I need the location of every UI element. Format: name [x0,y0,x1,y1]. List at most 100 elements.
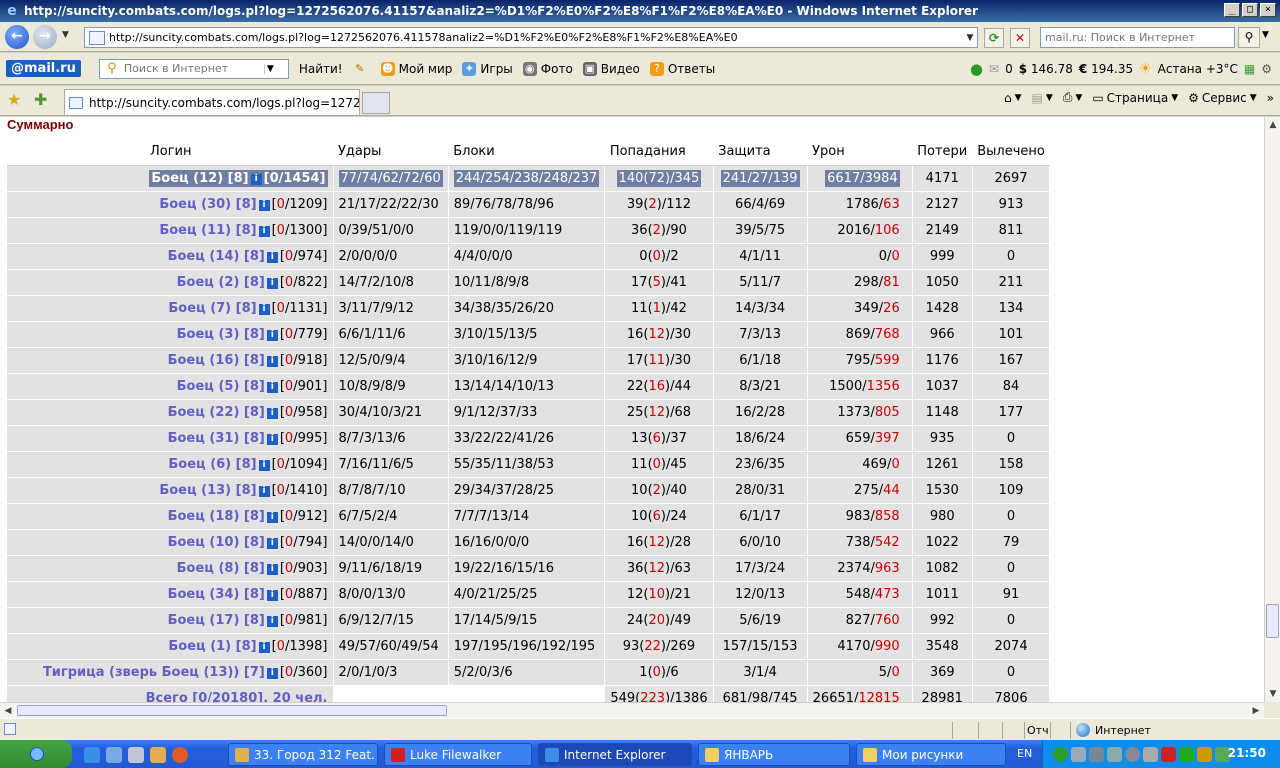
service-menu[interactable]: ⚙ Сервис ▼ [1188,91,1257,105]
transfer-tray-icon[interactable] [1179,747,1194,762]
fighter-nick-link[interactable]: Боец (34) [8] [168,587,265,602]
add-favorites-icon[interactable]: ✚ [34,90,47,109]
info-icon[interactable]: i [266,251,278,263]
close-button[interactable]: × [1260,3,1276,17]
fighter-nick-link[interactable]: Боец (2) [8] [177,275,265,290]
horizontal-scroll-thumb[interactable] [17,705,447,716]
my-world-button[interactable]: ☻ Мой мир [380,61,452,76]
fighter-nick-link[interactable]: Боец (1) [8] [168,639,256,654]
network-tray-icon[interactable] [1071,747,1086,762]
info-icon[interactable]: i [258,303,270,315]
forward-button[interactable]: → [33,25,57,49]
tab-active[interactable]: http://suncity.combats.com/logs.pl?log=1… [64,89,360,115]
fighter-nick-link[interactable]: Тигрица (зверь Боец (13)) [7] [43,665,265,680]
refresh-button[interactable]: ⟳ [984,28,1004,48]
search-field[interactable] [1040,27,1235,48]
task-folder-january[interactable]: ЯНВАРЬ [698,743,850,766]
table-row[interactable]: Боец (18) [8] i [0/912] 6/7/5/2/4 7/7/7/13/1… [7,502,1051,529]
table-row[interactable]: Боец (6) [8] i [0/1094] 7/16/11/6/5 55/35/11… [7,450,1051,477]
info-icon[interactable]: i [266,329,278,341]
address-field[interactable]: ▼ [84,27,978,48]
table-row[interactable]: Боец (13) [8] i [0/1410] 8/7/8/7/10 29/34/37… [7,476,1051,503]
info-icon[interactable]: i [266,615,278,627]
games-button[interactable]: ✦ Игры [462,61,513,76]
info-icon[interactable]: i [266,355,278,367]
table-row[interactable]: Боец (8) [8] i [0/903] 9/11/6/18/19 19/22/16… [7,554,1051,581]
info-icon[interactable]: i [266,589,278,601]
fighter-nick-link[interactable]: Боец (13) [8] [159,483,256,498]
monitor-tray-icon[interactable] [1107,747,1122,762]
fighter-nick-link[interactable]: Боец (31) [8] [168,431,265,446]
agent-tray-icon[interactable] [1053,747,1068,762]
fighter-nick-link[interactable]: Боец (11) [8] [159,223,256,238]
table-row[interactable]: Боец (34) [8] i [0/887] 8/0/0/13/0 4/0/21/25… [7,580,1051,607]
mailru-search-input[interactable] [123,62,264,75]
address-input[interactable] [109,31,963,44]
usb-tray-icon[interactable] [1143,747,1158,762]
info-icon[interactable]: i [266,563,278,575]
table-row[interactable]: Боец (10) [8] i [0/794] 14/0/0/14/0 16/16/0/… [7,528,1051,555]
task-my-pictures[interactable]: Мои рисунки [856,743,1006,766]
fighter-nick-link[interactable]: Боец (10) [8] [168,535,265,550]
fighter-nick-link[interactable]: Боец (7) [8] [168,301,256,316]
search-icon[interactable]: ⚲ [1238,27,1260,48]
weather[interactable]: Астана +3°C [1158,62,1238,76]
info-icon[interactable]: i [266,433,278,445]
task-filewalker[interactable]: Luke Filewalker [384,743,532,766]
settings-icon[interactable]: ⚙ [1261,62,1272,76]
scroll-right-icon[interactable]: ▶ [1248,703,1264,719]
video-button[interactable]: ▣ Видео [582,61,640,76]
table-row[interactable]: Боец (7) [8] i [0/1131] 3/11/7/9/12 34/38/35… [7,294,1051,321]
map-icon[interactable]: ▦ [1244,62,1255,76]
scroll-down-icon[interactable]: ▼ [1265,686,1280,702]
app-tray-icon[interactable] [1197,747,1212,762]
horizontal-scrollbar[interactable]: ◀ ▶ [0,702,1264,718]
antivirus-tray-icon[interactable] [1161,747,1176,762]
start-button[interactable] [0,740,72,768]
scroll-left-icon[interactable]: ◀ [0,703,16,719]
table-row[interactable]: Боец (17) [8] i [0/981] 6/9/12/7/15 17/14/5/… [7,606,1051,633]
table-row[interactable]: Боец (22) [8] i [0/958] 30/4/10/3/21 9/1/12/… [7,398,1051,425]
fighter-nick-link[interactable]: Боец (6) [8] [168,457,256,472]
maximize-button[interactable]: □ [1242,3,1258,17]
fighter-nick-link[interactable]: Боец (5) [8] [177,379,265,394]
minimize-button[interactable]: _ [1224,3,1240,17]
info-icon[interactable]: i [258,485,270,497]
page-menu[interactable]: ▭ Страница ▼ [1092,91,1178,105]
highlight-button[interactable]: ✎ [353,62,371,76]
info-icon[interactable]: i [258,641,270,653]
winamp-quicklaunch-icon[interactable] [150,747,166,763]
info-icon[interactable]: i [266,511,278,523]
fighter-nick-link[interactable]: Боец (30) [8] [159,197,256,212]
mailru-logo[interactable]: @mail.ru [6,60,81,77]
info-icon[interactable]: i [266,277,278,289]
info-icon[interactable]: i [266,407,278,419]
ie-quicklaunch-icon[interactable] [84,747,100,763]
update-tray-icon[interactable] [1125,747,1140,762]
fighter-nick-link[interactable]: Боец (22) [8] [168,405,265,420]
task-internet-explorer[interactable]: Internet Explorer [538,743,692,766]
fighter-nick-link[interactable]: Боец (8) [8] [177,561,265,576]
info-icon[interactable]: i [266,537,278,549]
volume-tray-icon[interactable] [1089,747,1104,762]
feeds-button[interactable]: ▤ ▼ [1032,91,1053,105]
security-zone[interactable]: Интернет [1076,723,1151,737]
vertical-scrollbar[interactable]: ▲ ▼ [1264,117,1280,702]
explorer-quicklaunch-icon[interactable] [106,747,122,763]
info-icon[interactable]: i [266,667,278,679]
search-dropdown-icon[interactable]: ▼ [1262,30,1269,40]
table-row[interactable]: Боец (2) [8] i [0/822] 14/7/2/10/8 10/11/8/9… [7,268,1051,295]
home-button[interactable]: ⌂ ▼ [1004,91,1022,105]
info-icon[interactable]: i [258,225,270,237]
language-indicator[interactable]: EN [1017,747,1032,760]
table-row[interactable]: Боец (3) [8] i [0/779] 6/6/1/11/6 3/10/15/13… [7,320,1051,347]
info-icon[interactable]: i [266,381,278,393]
table-row[interactable]: Боец (1) [8] i [0/1398] 49/57/60/49/54 197/1… [7,632,1051,659]
info-icon[interactable]: i [250,173,262,185]
opera-quicklaunch-icon[interactable] [172,747,188,763]
table-row[interactable]: Тигрица (зверь Боец (13)) [7] i [0/360] 2/0… [7,658,1051,685]
task-music[interactable]: 33. Город 312 Feat. ... [228,743,378,766]
fighter-nick-link[interactable]: Боец (16) [8] [168,353,265,368]
table-row[interactable]: Боец (16) [8] i [0/918] 12/5/0/9/4 3/10/16/1… [7,346,1051,373]
search-input[interactable] [1041,28,1234,47]
